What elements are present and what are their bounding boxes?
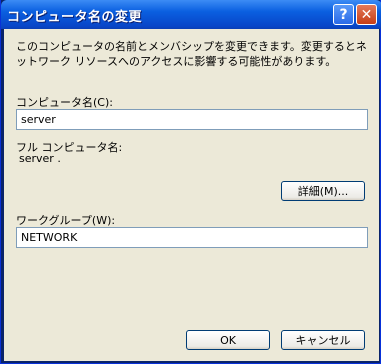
description-text: このコンピュータの名前とメンバシップを変更できます。変更するとネットワーク リソ…: [16, 40, 367, 68]
help-button[interactable]: ?: [333, 4, 354, 25]
ok-button[interactable]: OK: [186, 330, 270, 350]
window-title: コンピュータ名の変更: [7, 10, 143, 25]
close-icon: ✕: [360, 6, 373, 23]
computer-name-input[interactable]: server: [16, 109, 368, 130]
workgroup-label: ワークグループ(W):: [16, 214, 116, 227]
computer-name-label: コンピュータ名(C):: [16, 96, 113, 109]
close-button[interactable]: ✕: [356, 4, 377, 25]
full-computer-name-value: server .: [19, 152, 61, 165]
dialog-body: このコンピュータの名前とメンバシップを変更できます。変更するとネットワーク リソ…: [4, 29, 379, 361]
cancel-button[interactable]: キャンセル: [281, 330, 365, 350]
help-icon: ?: [339, 6, 348, 23]
details-button[interactable]: 詳細(M)...: [281, 181, 365, 201]
title-bar[interactable]: コンピュータ名の変更 ? ✕: [1, 0, 381, 29]
workgroup-input[interactable]: NETWORK: [16, 227, 368, 248]
dialog-window: コンピュータ名の変更 ? ✕ このコンピュータの名前とメンバシップを変更できます…: [0, 0, 381, 364]
